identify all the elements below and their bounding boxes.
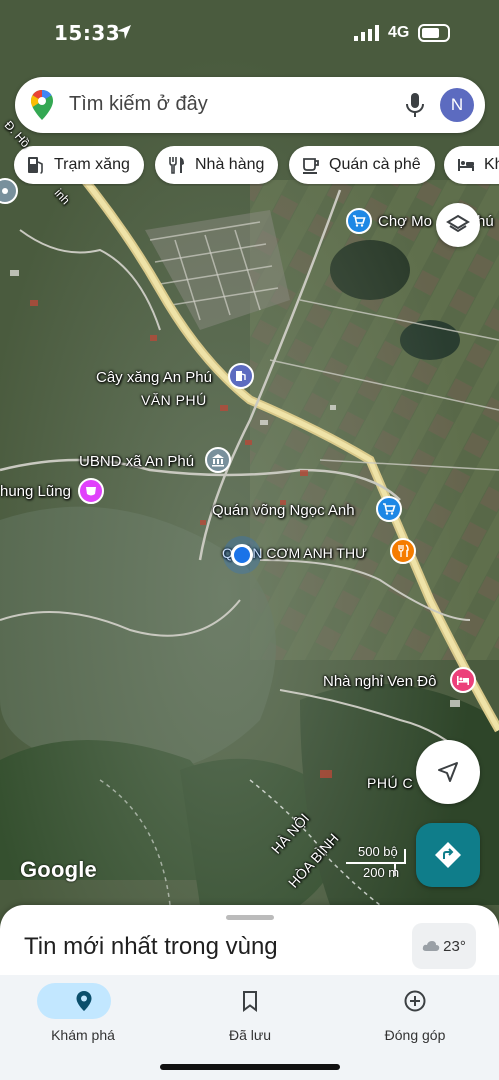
search-bar[interactable]: Tìm kiếm ở đây N — [15, 77, 485, 133]
search-input[interactable]: Tìm kiếm ở đây — [69, 93, 208, 116]
layers-button[interactable] — [436, 203, 480, 247]
microphone-icon[interactable] — [403, 91, 427, 119]
scale-imperial: 500 bộ — [358, 844, 398, 859]
poi-market[interactable] — [346, 208, 372, 234]
shopping-cart-icon — [353, 215, 366, 227]
google-logo: Google — [20, 857, 97, 882]
weather-chip[interactable]: 23° — [412, 923, 476, 969]
map-scale: 500 bộ 200 m — [346, 844, 410, 882]
poi-label-entertainment: hung Lũng — [0, 483, 71, 500]
drag-handle[interactable] — [226, 915, 274, 920]
hotel-icon — [457, 676, 469, 685]
poi-label-ubnd: UBND xã An Phú — [79, 453, 195, 470]
theater-icon — [86, 487, 96, 496]
my-location-dot[interactable] — [231, 544, 253, 566]
shopping-cart-icon — [383, 503, 396, 515]
poi-label-hotel: Nhà nghỉ Ven Đô — [323, 673, 437, 690]
gas-station-icon — [28, 157, 43, 174]
restaurant-icon — [398, 544, 409, 557]
explore-pin-icon — [76, 991, 92, 1011]
building-icon — [212, 454, 224, 467]
gas-station-icon — [236, 371, 246, 381]
status-bar: 15:33 4G — [0, 0, 499, 64]
add-circle-icon — [404, 990, 426, 1012]
hotel-icon — [458, 159, 474, 171]
chip-coffee[interactable]: Quán cà phê — [289, 146, 435, 184]
chip-restaurant[interactable]: Nhà hàng — [155, 146, 279, 184]
poi-hotel[interactable] — [450, 667, 476, 693]
nav-label: Đóng góp — [384, 1027, 446, 1043]
poi-entertainment[interactable] — [78, 478, 104, 504]
chip-label: Quán cà phê — [329, 156, 421, 173]
poi-gas-station[interactable] — [228, 363, 254, 389]
category-chips: Trạm xăng Nhà hàng Quán cà phê Kh — [0, 146, 499, 186]
weather-temp: 23° — [443, 937, 466, 955]
restaurant-icon — [169, 157, 184, 174]
nav-label: Đã lưu — [228, 1027, 272, 1043]
directions-icon — [435, 842, 461, 868]
battery-icon — [418, 24, 450, 42]
coffee-icon — [303, 158, 319, 174]
chip-gas-station[interactable]: Trạm xăng — [14, 146, 144, 184]
place-label-van-phu: VĂN PHÚ — [141, 392, 207, 408]
chip-label: Nhà hàng — [195, 156, 265, 173]
my-location-button[interactable] — [416, 740, 480, 804]
directions-button[interactable] — [416, 823, 480, 887]
layers-icon — [446, 214, 470, 233]
nav-saved[interactable]: Đã lưu — [180, 979, 320, 1049]
nav-label: Khám phá — [51, 1027, 115, 1043]
sheet-title: Tin mới nhất trong vùng — [24, 933, 278, 960]
place-label-phu: PHÚ C — [367, 775, 414, 791]
poi-label-market: Chợ Mo — [378, 213, 433, 230]
google-maps-logo-icon — [31, 90, 53, 120]
signal-icon — [354, 25, 379, 41]
poi-restaurant[interactable] — [390, 538, 416, 564]
home-indicator[interactable] — [160, 1064, 340, 1070]
navigation-arrow-icon — [438, 762, 458, 782]
status-time: 15:33 — [54, 21, 121, 45]
cloud-icon — [422, 941, 440, 951]
poi-label-gas: Cây xăng An Phú — [96, 369, 212, 386]
chip-hotel[interactable]: Kh — [444, 146, 499, 184]
chip-label: Kh — [484, 156, 499, 173]
pin-icon — [2, 188, 8, 194]
poi-government[interactable] — [205, 447, 231, 473]
scale-metric: 200 m — [363, 865, 400, 880]
bookmark-icon — [243, 991, 257, 1012]
location-arrow-icon — [117, 25, 131, 39]
network-type: 4G — [388, 24, 410, 41]
nav-contribute[interactable]: Đóng góp — [345, 979, 485, 1049]
poi-shop[interactable] — [376, 496, 402, 522]
avatar[interactable]: N — [440, 88, 474, 122]
nav-explore[interactable]: Khám phá — [13, 979, 153, 1049]
poi-label-cafe: Quán võng Ngọc Anh — [212, 502, 355, 519]
chip-label: Trạm xăng — [54, 156, 130, 173]
